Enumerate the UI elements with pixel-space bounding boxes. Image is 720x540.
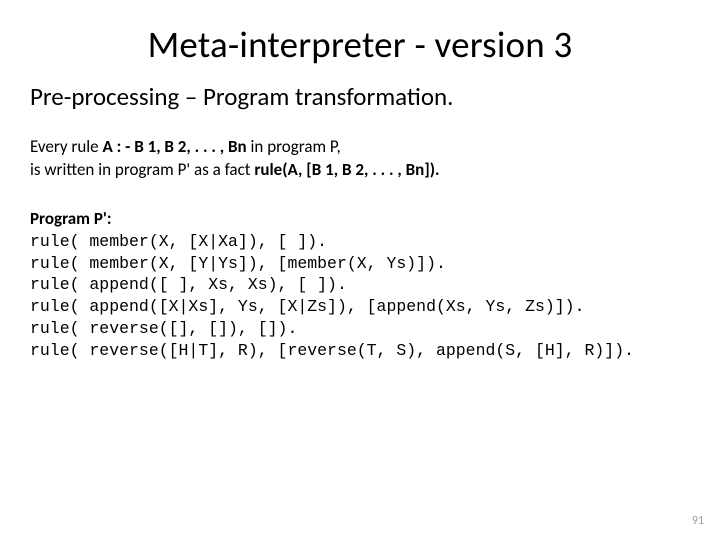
code-line: rule( reverse([], []), []). [30,319,297,338]
para-line1-c: in program P, [251,136,341,157]
transformation-description: Every rule A : - B 1, B 2, . . . , Bn in… [30,136,690,182]
code-line: rule( append([X|Xs], Ys, [X|Zs]), [appen… [30,297,585,316]
code-line: rule( member(X, [X|Xa]), [ ]). [30,232,327,251]
para-line1-a: Every rule [30,136,102,157]
page-number: 91 [692,514,704,528]
program-label: Program P': [30,208,690,229]
subtitle: Pre-processing – Program transformation. [30,81,690,112]
para-line1-rule: A : - B 1, B 2, . . . , Bn [102,136,250,157]
page-title: Meta-interpreter - version 3 [30,22,690,67]
code-block: rule( member(X, [X|Xa]), [ ]). rule( mem… [30,231,690,362]
code-line: rule( member(X, [Y|Ys]), [member(X, Ys)]… [30,254,446,273]
para-line2-a: is written in program P' as a fact [30,159,254,180]
code-line: rule( reverse([H|T], R), [reverse(T, S),… [30,341,634,360]
para-line2-fact: rule(A, [B 1, B 2, . . . , Bn]). [254,159,439,180]
slide: Meta-interpreter - version 3 Pre-process… [0,0,720,540]
code-line: rule( append([ ], Xs, Xs), [ ]). [30,275,347,294]
